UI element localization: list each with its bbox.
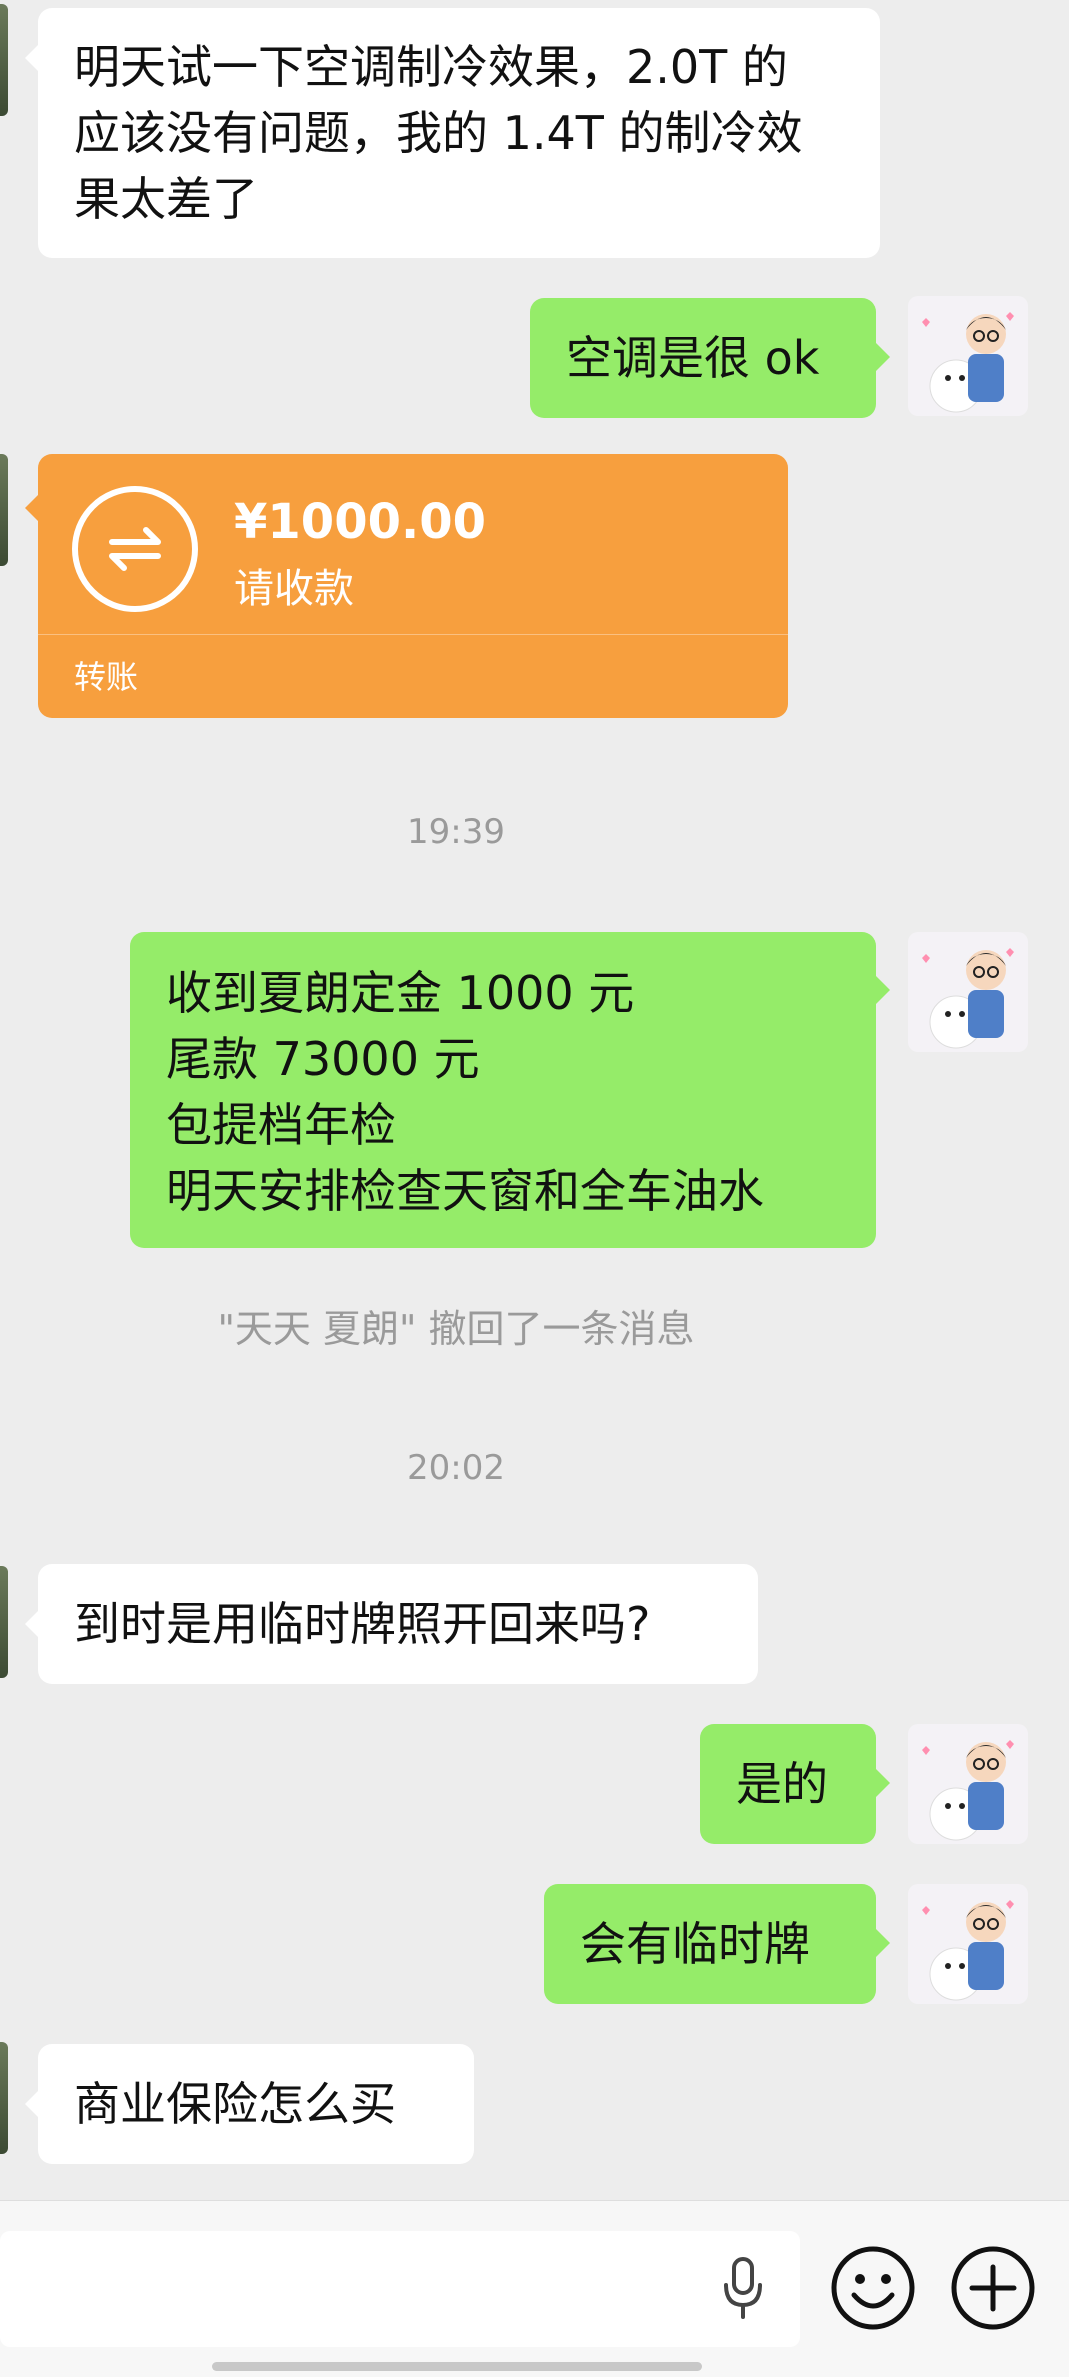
bubble-tail xyxy=(25,1610,39,1638)
bubble-tail xyxy=(25,2090,39,2118)
bubble-tail xyxy=(876,1929,890,1957)
message-line: 明天试一下空调制冷效果，2.0T 的 xyxy=(74,40,788,94)
smile-icon[interactable] xyxy=(830,2245,916,2331)
bubble-tail xyxy=(876,343,890,371)
contact-avatar[interactable] xyxy=(0,454,8,566)
my-avatar[interactable] xyxy=(908,932,1028,1052)
message-bubble-received[interactable]: 明天试一下空调制冷效果，2.0T 的 应该没有问题，我的 1.4T 的制冷效 果… xyxy=(38,8,880,258)
my-avatar[interactable] xyxy=(908,1884,1028,2004)
bubble-tail xyxy=(25,494,39,522)
divider xyxy=(38,634,788,635)
message-input[interactable] xyxy=(0,2231,800,2347)
message-line: 明天安排检查天窗和全车油水 xyxy=(166,1164,764,1218)
message-line: 商业保险怎么买 xyxy=(74,2077,396,2131)
transfer-type-label: 转账 xyxy=(74,658,139,696)
avatar-boy-dog-icon xyxy=(922,948,1014,1049)
transfer-status: 请收款 xyxy=(234,566,354,612)
message-line: 尾款 73000 元 xyxy=(166,1032,480,1086)
home-indicator[interactable] xyxy=(212,2362,702,2371)
avatar-boy-dog-icon xyxy=(922,1900,1014,2001)
message-bubble-sent[interactable]: 会有临时牌 xyxy=(544,1884,876,2004)
plus-circle-icon[interactable] xyxy=(950,2245,1036,2331)
message-bubble-received[interactable]: 到时是用临时牌照开回来吗? xyxy=(38,1564,758,1684)
avatar-boy-dog-icon xyxy=(922,312,1014,413)
contact-avatar[interactable] xyxy=(0,4,8,116)
message-line: 到时是用临时牌照开回来吗? xyxy=(74,1597,651,1651)
timestamp: 20:02 xyxy=(407,1448,505,1488)
message-line: 包提档年检 xyxy=(166,1098,396,1152)
message-line: 果太差了 xyxy=(74,172,258,226)
chat-input-bar xyxy=(0,2200,1069,2377)
recall-notice: "天天 夏朗" 撤回了一条消息 xyxy=(217,1307,695,1351)
my-avatar[interactable] xyxy=(908,1724,1028,1844)
avatar-boy-dog-icon xyxy=(922,1740,1014,1841)
message-bubble-sent[interactable]: 是的 xyxy=(700,1724,876,1844)
contact-avatar[interactable] xyxy=(0,1566,8,1678)
mic-icon[interactable] xyxy=(718,2255,768,2325)
message-bubble-received[interactable]: 商业保险怎么买 xyxy=(38,2044,474,2164)
message-line: 空调是很 ok xyxy=(566,331,820,385)
message-bubble-sent[interactable]: 收到夏朗定金 1000 元 尾款 73000 元 包提档年检 明天安排检查天窗和… xyxy=(130,932,876,1248)
bubble-tail xyxy=(876,1769,890,1797)
message-line: 应该没有问题，我的 1.4T 的制冷效 xyxy=(74,106,803,160)
transfer-card[interactable]: ¥1000.00 请收款 转账 xyxy=(38,454,788,718)
timestamp: 19:39 xyxy=(407,812,505,852)
contact-avatar[interactable] xyxy=(0,2042,8,2154)
message-bubble-sent[interactable]: 空调是很 ok xyxy=(530,298,876,418)
transfer-amount: ¥1000.00 xyxy=(234,494,487,550)
message-line: 会有临时牌 xyxy=(580,1917,810,1971)
my-avatar[interactable] xyxy=(908,296,1028,416)
message-line: 收到夏朗定金 1000 元 xyxy=(166,966,635,1020)
message-line: 是的 xyxy=(736,1757,828,1811)
bubble-tail xyxy=(25,44,39,72)
transfer-arrows-icon xyxy=(72,486,198,612)
bubble-tail xyxy=(876,976,890,1004)
